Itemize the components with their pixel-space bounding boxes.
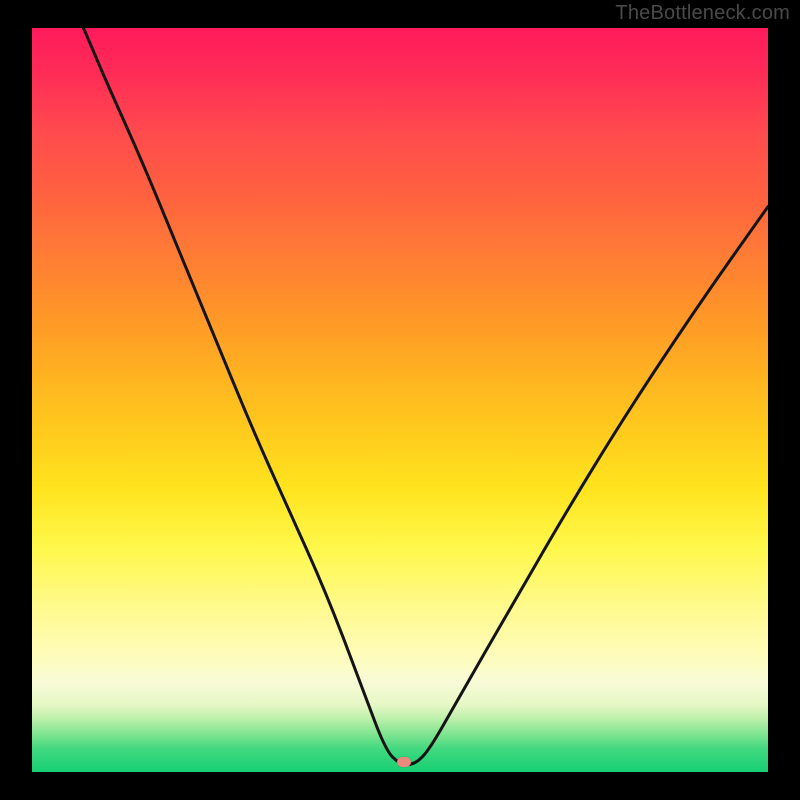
bottleneck-curve — [32, 28, 768, 772]
plot-area — [32, 28, 768, 772]
bottleneck-curve-path — [84, 28, 769, 765]
chart-frame: TheBottleneck.com — [0, 0, 800, 800]
watermark-text: TheBottleneck.com — [615, 2, 790, 25]
optimal-marker — [397, 757, 411, 767]
